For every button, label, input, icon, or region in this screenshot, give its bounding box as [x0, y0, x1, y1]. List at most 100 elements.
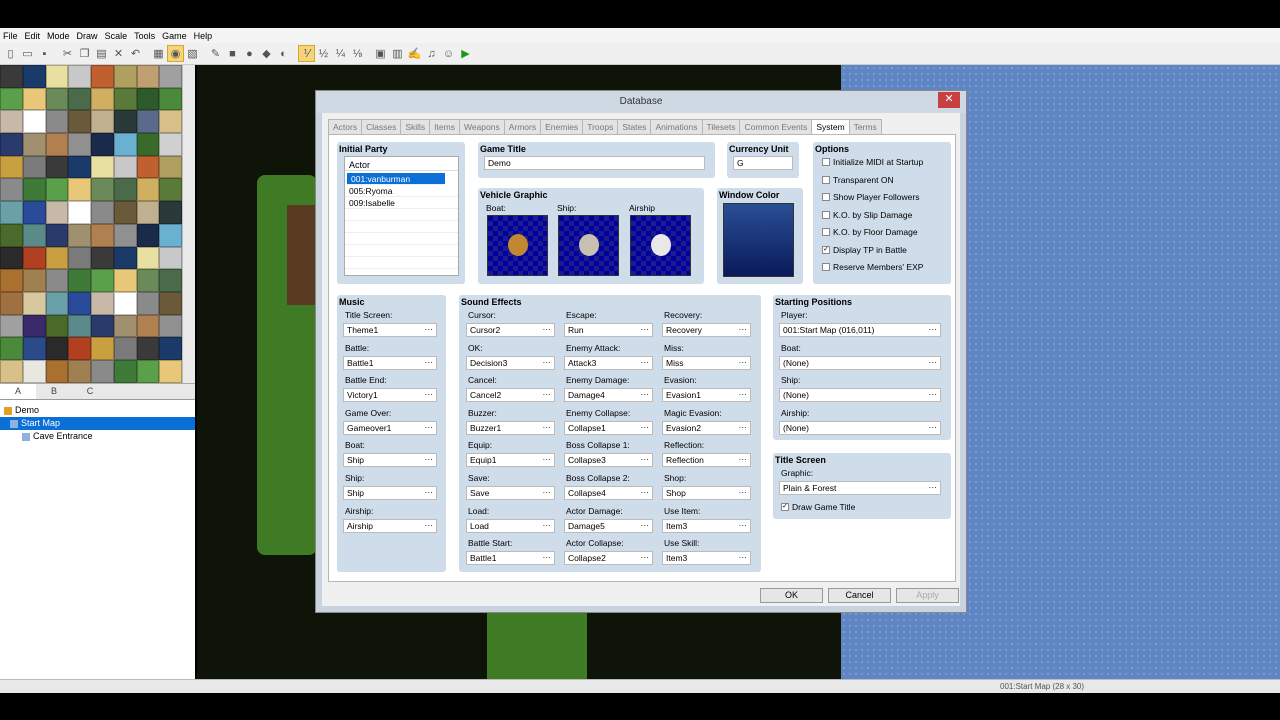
field-select[interactable]: (None) ···	[779, 420, 941, 435]
tile[interactable]	[0, 223, 23, 247]
tile[interactable]	[113, 269, 137, 292]
ellipsis-icon[interactable]: ···	[543, 388, 552, 400]
tile[interactable]	[91, 87, 114, 111]
palette-tab-b[interactable]: B	[36, 384, 72, 399]
ellipsis-icon[interactable]: ···	[739, 356, 748, 368]
tile[interactable]	[45, 314, 69, 338]
tile[interactable]	[159, 291, 182, 315]
tile[interactable]	[113, 87, 137, 111]
map-layer-icon[interactable]: ▦	[150, 45, 167, 62]
field-select[interactable]: Cancel2 ···	[466, 388, 555, 403]
party-row[interactable]: 005:Ryoma	[345, 185, 458, 197]
tile[interactable]	[113, 291, 137, 315]
field-select[interactable]: Damage4 ···	[564, 388, 653, 403]
tab-tilesets[interactable]: Tilesets	[701, 119, 741, 134]
ellipsis-icon[interactable]: ···	[543, 323, 552, 335]
playtest-icon[interactable]: ▶	[457, 45, 474, 62]
tile[interactable]	[0, 291, 23, 315]
tile[interactable]	[91, 337, 114, 360]
tile[interactable]	[113, 359, 137, 383]
tile[interactable]	[45, 133, 69, 156]
tile[interactable]	[0, 87, 23, 111]
checkbox-icon[interactable]: ✓	[822, 245, 830, 254]
field-select[interactable]: Battle1 ···	[343, 355, 437, 370]
menu-scale[interactable]: Scale	[104, 31, 134, 41]
party-row[interactable]	[345, 245, 458, 257]
ellipsis-icon[interactable]: ···	[641, 519, 650, 531]
field-select[interactable]: 001:Start Map (016,011) ···	[779, 323, 941, 337]
tile[interactable]	[0, 269, 23, 292]
tile[interactable]	[68, 110, 91, 134]
party-row[interactable]	[345, 209, 458, 221]
ship-graphic[interactable]	[558, 215, 619, 276]
window-color-preview[interactable]	[723, 203, 794, 277]
field-select[interactable]: Recovery ···	[662, 323, 751, 337]
tile[interactable]	[159, 110, 182, 134]
party-list[interactable]: Actor 001:vanburman 005:Ryoma 009:Isabelle	[344, 156, 459, 276]
character-generator-icon[interactable]: ☺	[440, 45, 457, 62]
tile[interactable]	[159, 246, 182, 270]
tile[interactable]	[159, 87, 182, 111]
tile[interactable]	[136, 65, 160, 88]
tile[interactable]	[68, 359, 91, 383]
tab-system[interactable]: System	[811, 119, 850, 135]
tab-armors[interactable]: Armors	[503, 119, 542, 134]
field-select[interactable]: Damage5 ···	[564, 518, 653, 533]
tile[interactable]	[113, 133, 137, 156]
tile-palette[interactable]	[0, 65, 195, 383]
tile[interactable]	[113, 110, 137, 134]
ellipsis-icon[interactable]: ···	[543, 551, 552, 563]
field-select[interactable]: (None) ···	[779, 388, 941, 403]
tree-item-start-map[interactable]: Start Map	[0, 417, 195, 430]
party-row[interactable]: 001:vanburman	[347, 173, 445, 185]
tile[interactable]	[22, 246, 46, 270]
tile-grid[interactable]	[0, 65, 182, 383]
ellipsis-icon[interactable]: ···	[929, 421, 938, 433]
tile[interactable]	[91, 65, 114, 88]
tile[interactable]	[0, 337, 23, 360]
tile[interactable]	[45, 155, 69, 179]
tile[interactable]	[45, 110, 69, 134]
tile[interactable]	[136, 87, 160, 111]
ellipsis-icon[interactable]: ···	[425, 421, 434, 433]
tile[interactable]	[113, 65, 137, 88]
tile[interactable]	[0, 178, 23, 202]
ellipsis-icon[interactable]: ···	[739, 551, 748, 563]
tab-items[interactable]: Items	[429, 119, 460, 134]
field-select[interactable]: Theme1 ···	[343, 323, 437, 337]
tile[interactable]	[91, 314, 114, 338]
tile[interactable]	[22, 133, 46, 156]
tile[interactable]	[159, 201, 182, 224]
party-row[interactable]: 009:Isabelle	[345, 197, 458, 209]
tile[interactable]	[45, 246, 69, 270]
tile[interactable]	[159, 269, 182, 292]
tab-troops[interactable]: Troops	[582, 119, 619, 134]
tile[interactable]	[0, 246, 23, 270]
tile[interactable]	[159, 133, 182, 156]
menu-draw[interactable]: Draw	[76, 31, 104, 41]
map-tree[interactable]: Demo Start Map Cave Entrance	[0, 399, 195, 679]
tile[interactable]	[91, 223, 114, 247]
field-select[interactable]: Airship ···	[343, 518, 437, 533]
field-select[interactable]: Item3 ···	[662, 551, 751, 566]
game-title-input[interactable]: Demo	[484, 156, 705, 170]
field-select[interactable]: (None) ···	[779, 355, 941, 370]
cut-icon[interactable]: ✂	[59, 45, 76, 62]
field-select[interactable]: Ship ···	[343, 486, 437, 500]
ellipsis-icon[interactable]: ···	[739, 323, 748, 335]
party-row[interactable]	[345, 233, 458, 245]
tree-item-cave-entrance[interactable]: Cave Entrance	[0, 430, 195, 443]
checkbox-icon[interactable]	[822, 263, 830, 271]
ellipsis-icon[interactable]: ···	[425, 453, 434, 465]
tile[interactable]	[68, 201, 91, 224]
airship-graphic[interactable]	[630, 215, 691, 276]
tile[interactable]	[68, 87, 91, 111]
resource-manager-icon[interactable]: ▥	[389, 45, 406, 62]
ellipsis-icon[interactable]: ···	[929, 388, 938, 400]
tile[interactable]	[136, 155, 160, 179]
ellipsis-icon[interactable]: ···	[641, 323, 650, 335]
option-checkbox[interactable]: ✓ Display TP in Battle	[822, 245, 907, 255]
tile[interactable]	[113, 223, 137, 247]
field-select[interactable]: Attack3 ···	[564, 355, 653, 370]
tile[interactable]	[113, 155, 137, 179]
